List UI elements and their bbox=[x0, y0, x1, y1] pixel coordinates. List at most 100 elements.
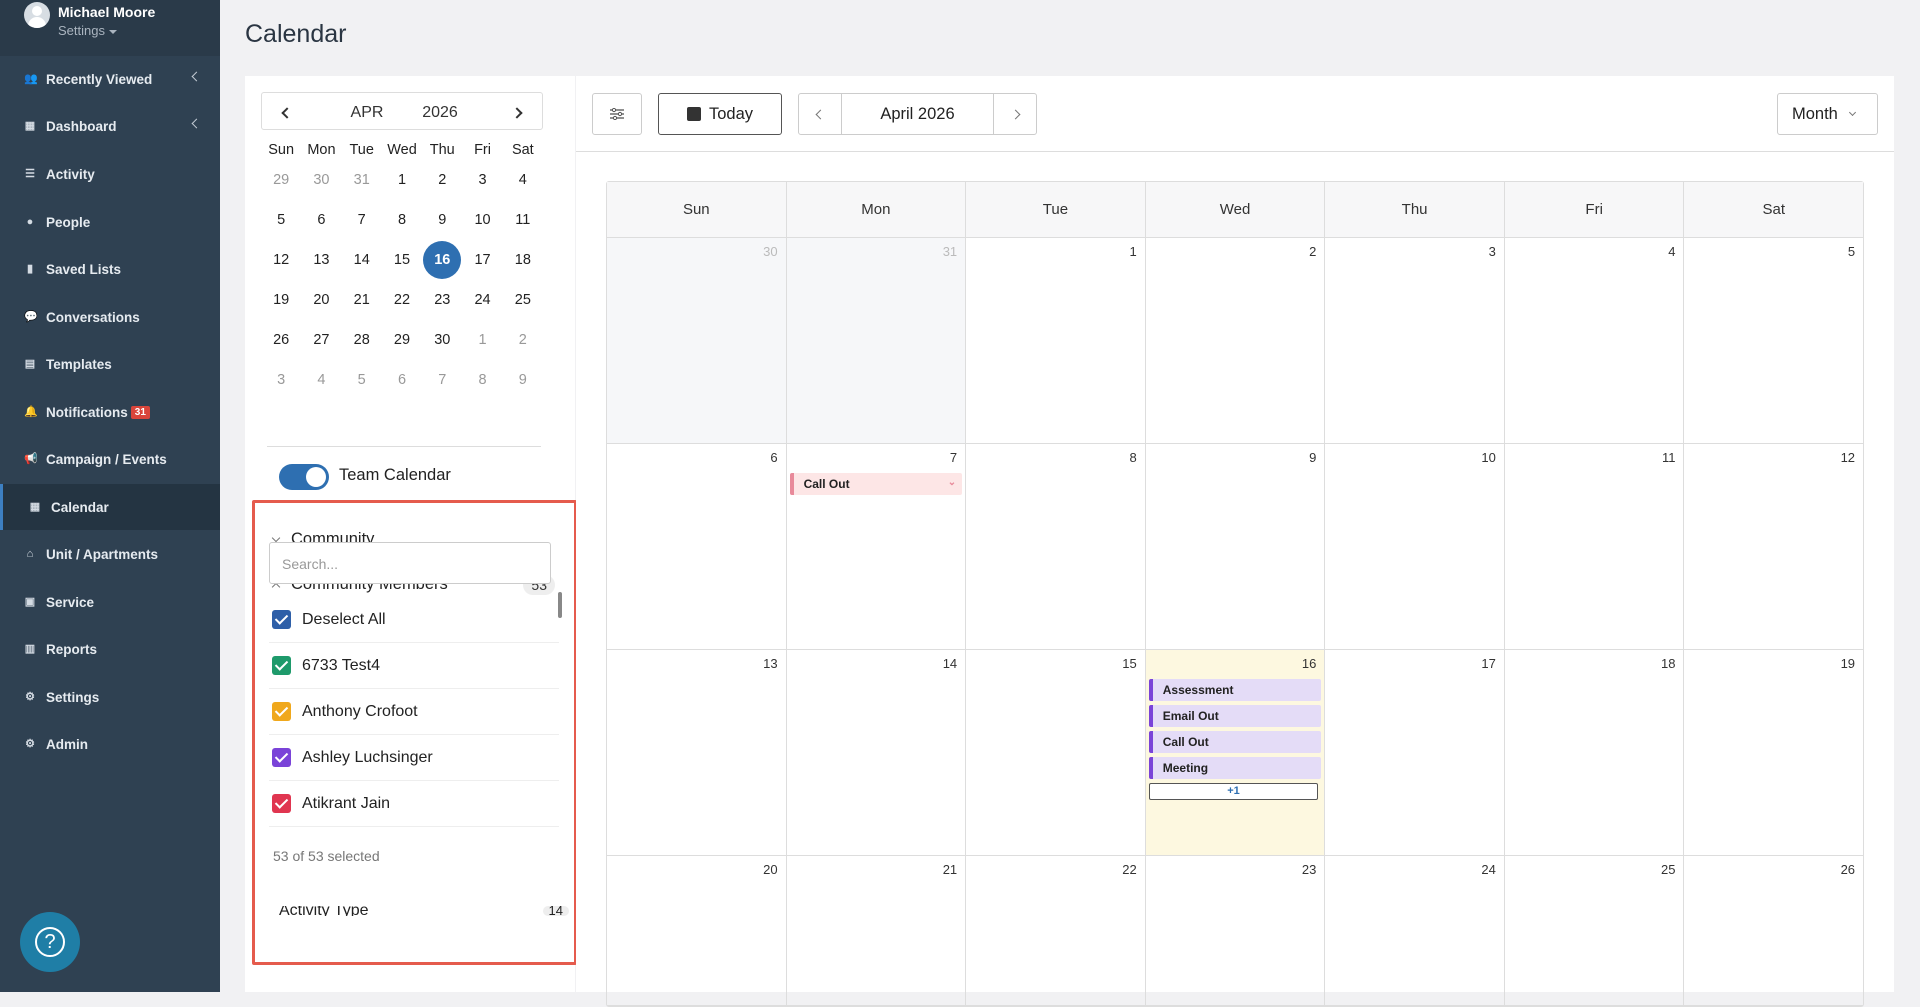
day-number: 16 bbox=[1301, 656, 1317, 671]
sliders-icon bbox=[610, 108, 624, 120]
day-cell[interactable]: 2 bbox=[1146, 238, 1326, 443]
sidebar-item-templates[interactable]: ▤ Templates bbox=[0, 341, 220, 387]
prev-month-button[interactable] bbox=[799, 94, 841, 134]
more-events-link[interactable]: +1 bbox=[1148, 783, 1319, 800]
member-checkbox-row[interactable]: Anthony Crofoot bbox=[269, 689, 559, 735]
day-number: 23 bbox=[1301, 862, 1317, 877]
day-cell[interactable]: 26 bbox=[1684, 856, 1863, 1005]
sidebar-item-unit-apartments[interactable]: ⌂ Unit / Apartments bbox=[0, 531, 220, 577]
day-number: 25 bbox=[1661, 862, 1676, 877]
filter-sections: Community Community Members 53 Search... … bbox=[245, 0, 575, 992]
day-cell[interactable]: 22 bbox=[966, 856, 1146, 1005]
sidebar-item-recently-viewed[interactable]: 👥 Recently Viewed bbox=[0, 56, 220, 102]
day-number: 6 bbox=[770, 450, 778, 465]
sidebar: Michael Moore Settings 👥 Recently Viewed … bbox=[0, 0, 220, 992]
current-month-label[interactable]: April 2026 bbox=[841, 94, 994, 134]
day-number: 11 bbox=[1661, 450, 1676, 465]
weekday-header: Sun Mon Tue Wed Thu Fri Sat bbox=[607, 182, 1863, 238]
checkbox[interactable] bbox=[272, 656, 291, 675]
day-number: 15 bbox=[1122, 656, 1137, 671]
member-checkbox-row[interactable]: Atikrant Jain bbox=[269, 781, 559, 827]
checkbox[interactable] bbox=[272, 748, 291, 767]
day-number: 20 bbox=[763, 862, 778, 877]
day-cell[interactable]: 11 bbox=[1505, 444, 1685, 649]
day-cell[interactable]: 9 bbox=[1146, 444, 1326, 649]
member-checkbox-row[interactable]: 6733 Test4 bbox=[269, 643, 559, 689]
day-cell[interactable]: 8 bbox=[966, 444, 1146, 649]
sidebar-item-service[interactable]: ▣ Service bbox=[0, 579, 220, 625]
checkbox[interactable] bbox=[272, 610, 291, 629]
view-select[interactable]: Month bbox=[1777, 93, 1878, 135]
sidebar-item-saved-lists[interactable]: ▮ Saved Lists bbox=[0, 246, 220, 292]
week-row: 6 7 Call Out ⌄ 8 9 10 11 12 bbox=[607, 444, 1863, 650]
checkbox[interactable] bbox=[272, 794, 291, 813]
sidebar-item-dashboard[interactable]: ▦ Dashboard bbox=[0, 103, 220, 149]
day-cell[interactable]: 13 bbox=[607, 650, 787, 855]
day-number: 17 bbox=[1481, 656, 1496, 671]
day-number: 9 bbox=[1309, 450, 1317, 465]
day-cell[interactable]: 6 bbox=[607, 444, 787, 649]
event-item[interactable]: Call Out bbox=[1148, 731, 1322, 753]
chevron-down-icon bbox=[271, 533, 281, 542]
sidebar-item-admin[interactable]: ⚙ Admin bbox=[0, 721, 220, 767]
day-cell[interactable]: 7 Call Out ⌄ bbox=[787, 444, 967, 649]
day-cell[interactable]: 30 bbox=[607, 238, 787, 443]
user-menu[interactable]: Michael Moore Settings bbox=[0, 0, 220, 56]
day-cell[interactable]: 3 bbox=[1325, 238, 1505, 443]
day-cell[interactable]: 10 bbox=[1325, 444, 1505, 649]
week-row: 20 21 22 23 24 25 26 bbox=[607, 856, 1863, 1006]
day-cell[interactable]: 16 Assessment Email Out Call Out Meeting +1 bbox=[1145, 650, 1326, 855]
weekday-label: Sat bbox=[1762, 201, 1786, 218]
filter-toggle-button[interactable] bbox=[592, 93, 642, 135]
day-cell[interactable]: 18 bbox=[1505, 650, 1685, 855]
cogs-icon: ⚙ bbox=[25, 738, 35, 750]
weekday-label: Fri bbox=[1505, 182, 1685, 237]
sidebar-item-calendar[interactable]: ▦ Calendar bbox=[0, 484, 220, 530]
day-cell[interactable]: 4 bbox=[1505, 238, 1685, 443]
calendar-icon: ▦ bbox=[29, 501, 41, 513]
day-cell[interactable]: 25 bbox=[1505, 856, 1685, 1005]
sidebar-item-notifications[interactable]: 🔔 Notifications 31 bbox=[0, 389, 220, 435]
event-call-out[interactable]: Call Out ⌄ bbox=[789, 473, 963, 495]
help-button[interactable]: ? bbox=[20, 912, 80, 972]
event-item[interactable]: Email Out bbox=[1148, 705, 1322, 727]
day-cell[interactable]: 14 bbox=[787, 650, 967, 855]
day-cell[interactable]: 20 bbox=[607, 856, 787, 1005]
day-cell[interactable]: 23 bbox=[1146, 856, 1326, 1005]
event-item[interactable]: Assessment bbox=[1148, 679, 1322, 701]
day-number: 12 bbox=[1840, 450, 1856, 465]
day-cell[interactable]: 24 bbox=[1325, 856, 1505, 1005]
member-checkbox-deselect-all[interactable]: Deselect All bbox=[269, 597, 559, 643]
day-number: 8 bbox=[1129, 450, 1137, 465]
checkbox[interactable] bbox=[272, 702, 291, 721]
today-button[interactable]: Today bbox=[658, 93, 782, 135]
caret-down-icon bbox=[108, 29, 117, 34]
sidebar-item-people[interactable]: ● People bbox=[0, 199, 220, 245]
activity-type-section-toggle[interactable]: Activity Type 14 bbox=[279, 906, 569, 916]
day-cell[interactable]: 15 bbox=[966, 650, 1146, 855]
sidebar-item-conversations[interactable]: 💬 Conversations bbox=[0, 294, 220, 340]
day-cell[interactable]: 17 bbox=[1325, 650, 1505, 855]
day-number: 18 bbox=[1661, 656, 1676, 671]
bookmark-icon: ▮ bbox=[26, 263, 34, 275]
next-month-button[interactable] bbox=[994, 94, 1036, 134]
day-cell[interactable]: 12 bbox=[1684, 444, 1863, 649]
chevron-left-icon bbox=[191, 118, 202, 129]
day-number: 22 bbox=[1122, 862, 1137, 877]
day-cell[interactable]: 5 bbox=[1684, 238, 1863, 443]
member-search-input[interactable]: Search... bbox=[269, 542, 551, 584]
sidebar-item-reports[interactable]: ▥ Reports bbox=[0, 626, 220, 672]
day-cell[interactable]: 1 bbox=[966, 238, 1146, 443]
day-cell[interactable]: 21 bbox=[787, 856, 967, 1005]
mini-day[interactable]: 16 bbox=[422, 241, 462, 279]
day-number: 1 bbox=[1129, 244, 1137, 259]
day-number: 24 bbox=[1481, 862, 1496, 877]
user-settings-link[interactable]: Settings bbox=[58, 23, 155, 38]
sidebar-item-activity[interactable]: ☰ Activity bbox=[0, 151, 220, 197]
sidebar-item-campaign-events[interactable]: 📢 Campaign / Events bbox=[0, 436, 220, 482]
sidebar-item-settings[interactable]: ⚙ Settings bbox=[0, 674, 220, 720]
member-checkbox-row[interactable]: Ashley Luchsinger bbox=[269, 735, 559, 781]
event-item[interactable]: Meeting bbox=[1148, 757, 1322, 779]
day-cell[interactable]: 19 bbox=[1684, 650, 1863, 855]
day-cell[interactable]: 31 bbox=[786, 238, 967, 443]
